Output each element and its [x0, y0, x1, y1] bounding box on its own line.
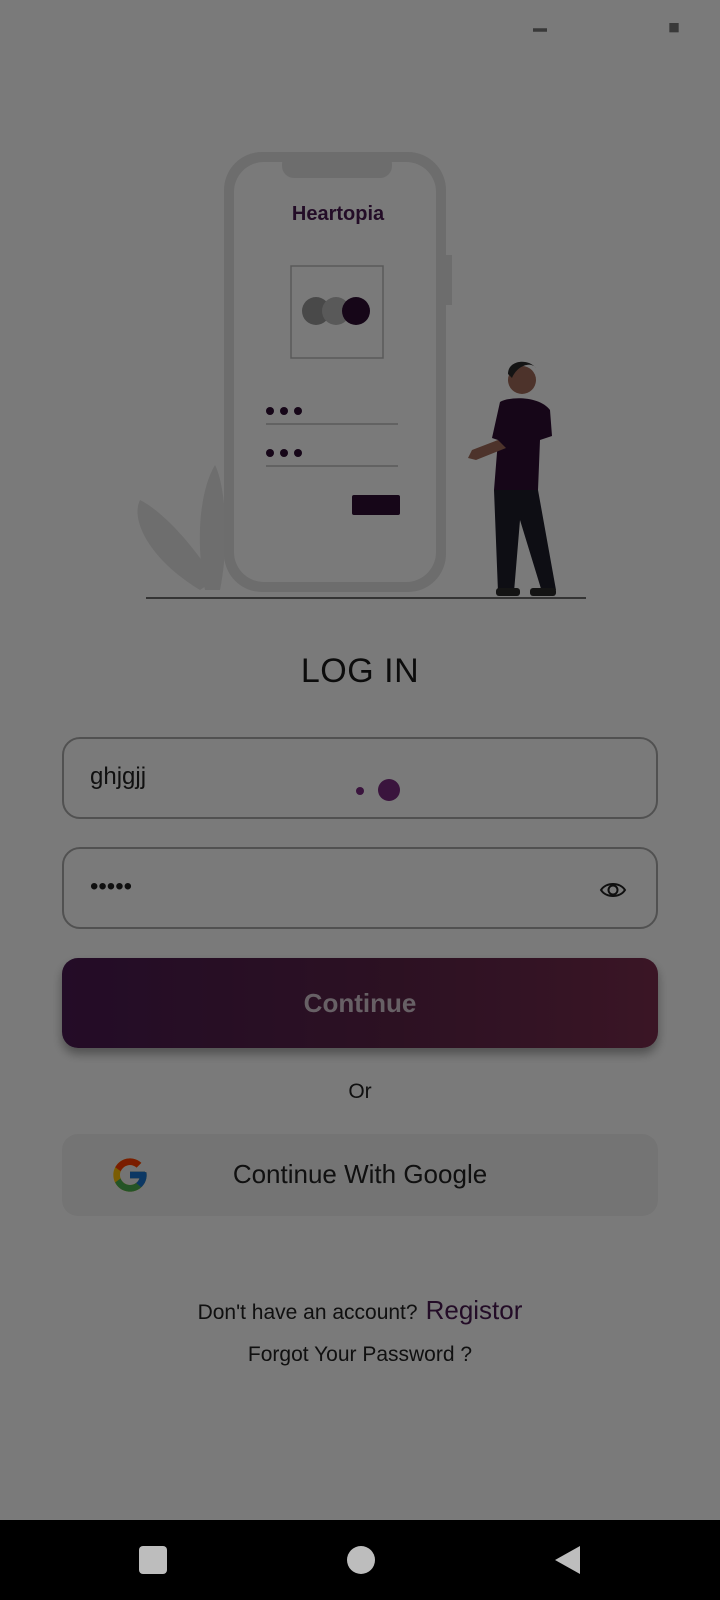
username-field[interactable]: ghjgjj	[62, 737, 658, 819]
login-illustration: Heartopia	[137, 152, 586, 599]
loading-dot-large	[378, 779, 400, 801]
status-time: 09:50	[37, 18, 94, 43]
continue-button-label: Continue	[303, 988, 417, 1018]
notifications-off-icon	[498, 17, 522, 43]
battery-icon	[667, 17, 681, 42]
cloud-icon	[146, 21, 171, 38]
phone-illustration: Heartopia	[224, 152, 452, 592]
continue-button[interactable]: Continue	[62, 958, 658, 1048]
illustration-brand: Heartopia	[292, 203, 385, 225]
or-divider: Or	[348, 1080, 372, 1103]
no-account-text: Don't have an account?	[197, 1301, 418, 1324]
google-button-label: Continue With Google	[232, 1159, 488, 1189]
do-not-disturb-icon	[528, 18, 552, 42]
person-illustration	[468, 361, 556, 596]
missed-call-icon	[113, 18, 137, 41]
loading-dot-small	[356, 787, 364, 795]
eye-icon[interactable]	[598, 875, 628, 905]
plant-decoration	[137, 465, 226, 590]
signal-icon	[622, 18, 646, 42]
wifi-calling-icon	[561, 17, 585, 41]
page-title: LOG IN	[300, 652, 420, 690]
register-prompt: Don't have an account? Registor	[0, 1295, 720, 1326]
back-icon[interactable]	[552, 1544, 582, 1576]
status-bar: 09:50	[0, 0, 720, 64]
username-value: ghjgjj	[90, 763, 147, 790]
recents-icon[interactable]	[139, 1546, 167, 1574]
wifi-icon	[590, 20, 618, 41]
home-icon[interactable]	[347, 1546, 375, 1574]
register-link[interactable]: Registor	[426, 1295, 523, 1325]
forgot-password-link[interactable]: Forgot Your Password ?	[0, 1343, 720, 1367]
password-field[interactable]: •••••	[62, 847, 658, 929]
password-value: •••••	[90, 873, 133, 900]
navigation-bar	[0, 1520, 720, 1600]
google-sign-in-button[interactable]: Continue With Google	[62, 1134, 658, 1216]
